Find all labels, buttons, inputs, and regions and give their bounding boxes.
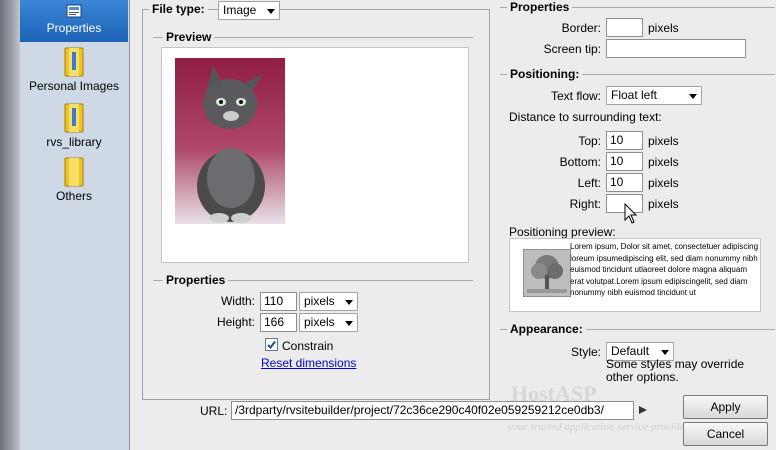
bottom-unit-label: pixels <box>648 155 679 169</box>
left-input[interactable]: 10 <box>606 173 643 192</box>
image-properties-panel: File type: Image Preview Properties Widt… <box>131 0 776 450</box>
chevron-down-icon <box>345 300 353 305</box>
bottom-label: Bottom: <box>559 155 601 169</box>
left-unit-label: pixels <box>648 176 679 190</box>
constrain-checkbox[interactable] <box>265 338 278 351</box>
reset-dimensions-link[interactable]: Reset dimensions <box>261 356 356 370</box>
right-unit-label: pixels <box>648 197 679 211</box>
style-value: Default <box>611 344 650 358</box>
image-preview-area <box>161 47 469 263</box>
sidebar-item-rvs-library[interactable]: rvs_library <box>20 102 128 152</box>
screen-tip-label: Screen tip: <box>543 42 601 56</box>
left-label: Left: <box>577 176 601 190</box>
preview-legend: Preview <box>163 30 215 44</box>
file-type-value: Image <box>223 3 257 17</box>
chevron-down-icon <box>689 94 697 99</box>
watermark-brand: HostASP <box>511 381 597 406</box>
file-type-select[interactable]: Image <box>218 1 280 20</box>
checkmark-icon <box>267 340 276 350</box>
preview-lorem-text: Lorem ipsum, Dolor sit amet, consectetue… <box>570 242 759 297</box>
properties-icon <box>66 4 82 18</box>
sidebar: Properties Personal Images rvs_library O… <box>20 0 130 450</box>
sidebar-item-label: Others <box>55 189 92 203</box>
style-label: Style: <box>570 345 601 359</box>
height-unit-value: pixels <box>304 315 335 329</box>
style-note: Some styles may override other options. <box>606 357 745 384</box>
sidebar-item-label: rvs_library <box>46 135 102 149</box>
height-unit-select[interactable]: pixels <box>299 313 358 332</box>
appearance-legend: Appearance: <box>507 322 586 336</box>
positioning-preview-label: Positioning preview: <box>509 225 616 239</box>
top-label: Top: <box>578 134 601 148</box>
kitten-image <box>175 58 285 224</box>
mouse-pointer-icon <box>624 203 638 224</box>
left-edge-strip <box>0 0 20 450</box>
chevron-down-icon <box>267 9 275 14</box>
constrain-label: Constrain <box>282 339 334 353</box>
watermark-tagline: your trusted application service provide… <box>508 421 689 433</box>
sidebar-item-label: Personal Images <box>28 79 120 93</box>
text-flow-select[interactable]: Float left <box>606 86 702 105</box>
sidebar-item-label: Properties <box>46 21 102 35</box>
text-flow-value: Float left <box>611 88 658 102</box>
file-type-label: File type: <box>149 2 208 16</box>
height-label: Height: <box>216 315 255 329</box>
height-input[interactable]: 166 <box>260 313 297 332</box>
screen-tip-input[interactable] <box>606 39 746 58</box>
chevron-down-icon <box>661 350 669 355</box>
border-unit-label: pixels <box>648 21 679 35</box>
width-unit-value: pixels <box>304 294 335 308</box>
sidebar-item-others[interactable]: Others <box>20 156 128 206</box>
apply-button[interactable]: Apply <box>683 395 768 419</box>
chevron-down-icon <box>345 321 353 326</box>
border-input[interactable] <box>606 18 643 37</box>
sidebar-item-personal-images[interactable]: Personal Images <box>20 46 128 96</box>
folder-icon <box>64 103 84 133</box>
width-unit-select[interactable]: pixels <box>299 292 358 311</box>
folder-icon <box>64 47 84 77</box>
right-properties-legend: Properties <box>507 0 573 14</box>
image-properties-legend: Properties <box>163 273 229 287</box>
folder-icon <box>64 157 84 187</box>
cancel-button[interactable]: Cancel <box>683 422 768 446</box>
right-label: Right: <box>569 197 601 211</box>
positioning-legend: Positioning: <box>507 67 583 81</box>
bottom-input[interactable]: 10 <box>606 152 643 171</box>
sidebar-item-properties[interactable]: Properties <box>20 0 128 42</box>
play-arrow-icon[interactable] <box>638 405 648 415</box>
border-label: Border: <box>561 21 601 35</box>
top-unit-label: pixels <box>648 134 679 148</box>
top-input[interactable]: 10 <box>606 131 643 150</box>
url-label: URL: <box>200 404 228 418</box>
distance-label: Distance to surrounding text: <box>509 110 662 124</box>
width-label: Width: <box>220 294 255 308</box>
positioning-preview-box: Lorem ipsum, Dolor sit amet, consectetue… <box>509 238 761 312</box>
tree-thumbnail-icon <box>523 249 571 297</box>
width-input[interactable]: 110 <box>260 292 297 311</box>
text-flow-label: Text flow: <box>550 89 601 103</box>
